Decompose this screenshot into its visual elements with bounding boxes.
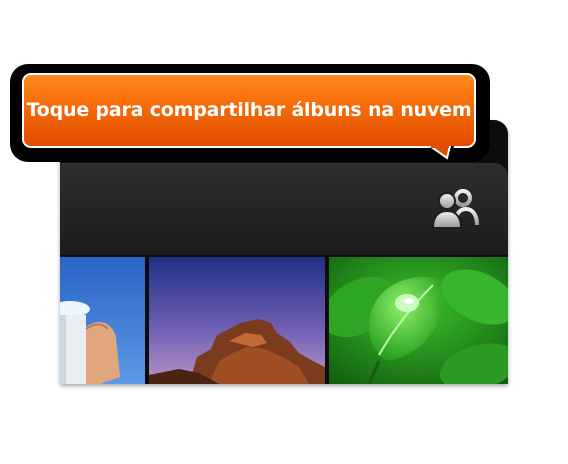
thumbnail-desert-rock[interactable] bbox=[149, 257, 325, 384]
thumbnail-strip bbox=[60, 257, 508, 384]
tooltip-pointer bbox=[428, 146, 454, 162]
thumbnail-green-leaf[interactable] bbox=[329, 257, 508, 384]
thumbnail-milk-bottle[interactable] bbox=[60, 257, 145, 384]
photo-green-leaf bbox=[329, 257, 508, 384]
people-share-icon bbox=[431, 189, 479, 229]
photo-desert-rock bbox=[149, 257, 325, 384]
action-bar bbox=[60, 163, 508, 255]
tooltip-text: Toque para compartilhar álbuns na nuvem bbox=[26, 98, 472, 121]
screen: 0 Toque para compartilhar álbuns na nuve… bbox=[0, 0, 568, 464]
share-albums-button[interactable] bbox=[428, 185, 482, 231]
photo-milk-bottle bbox=[60, 257, 145, 384]
share-tooltip[interactable]: Toque para compartilhar álbuns na nuvem bbox=[22, 73, 476, 148]
